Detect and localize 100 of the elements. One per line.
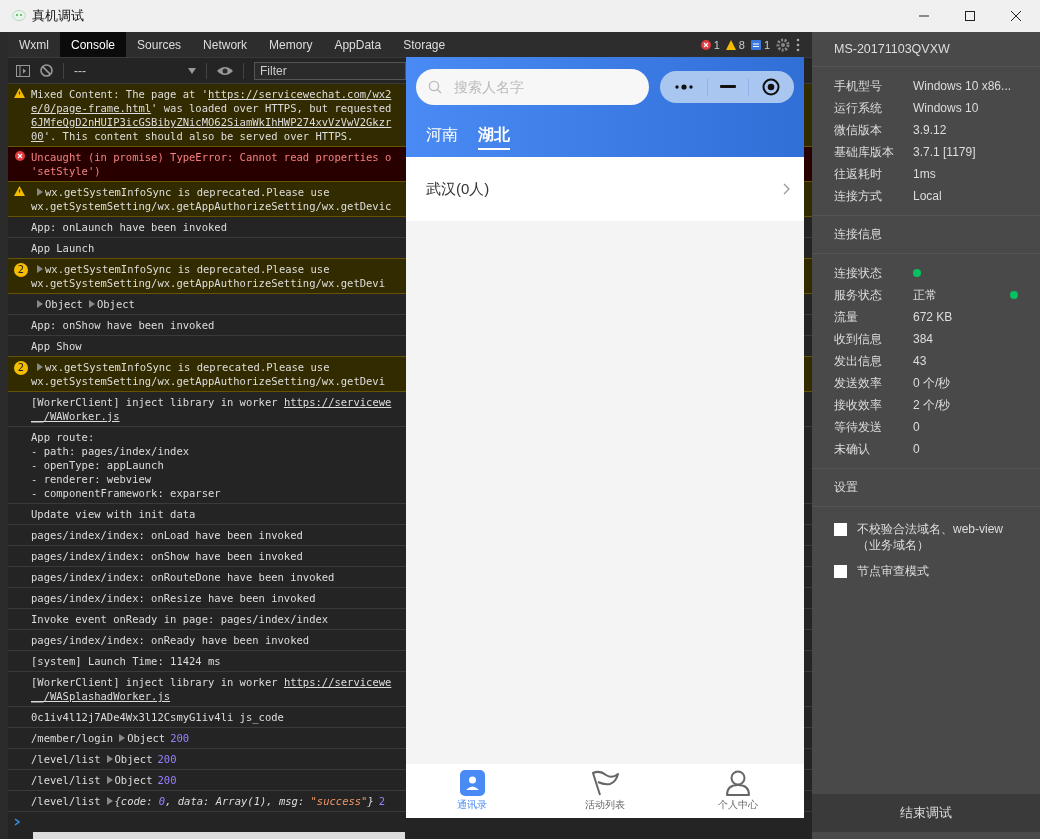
close-icon[interactable]: [1010, 10, 1022, 22]
eye-icon[interactable]: [217, 65, 233, 76]
info-label: 运行系统: [834, 99, 883, 117]
info-value: Local: [913, 189, 942, 203]
object-label: Object: [45, 298, 83, 310]
devtools-tab[interactable]: AppData: [323, 32, 393, 57]
checkbox[interactable]: [834, 565, 847, 578]
minimize-icon[interactable]: [719, 85, 736, 89]
checkbox-label[interactable]: 节点审查模式: [857, 563, 1007, 579]
region-tab[interactable]: 湖北: [478, 125, 510, 150]
sidebar-toggle-icon[interactable]: [16, 64, 30, 77]
info-value: Windows 10: [913, 101, 979, 115]
console-text: ' was loaded over HTTPS, but requested: [151, 102, 392, 114]
expand-triangle-icon[interactable]: [119, 734, 126, 742]
console-text: App Launch: [31, 242, 95, 254]
expand-triangle-icon[interactable]: [106, 755, 113, 763]
info-label: 流量: [834, 308, 859, 326]
console-text: App route:: [31, 431, 95, 443]
target-icon[interactable]: [761, 78, 780, 96]
checkbox-label[interactable]: 不校验合法域名、web-view（业务域名）: [857, 521, 1007, 553]
end-debug-button[interactable]: 结束调试: [812, 794, 1040, 832]
repeat-count-badge: 2: [14, 361, 28, 375]
devtools-tab[interactable]: Console: [60, 32, 127, 57]
console-link[interactable]: e/0/page-frame.html: [31, 102, 152, 114]
info-value: 0: [913, 442, 920, 456]
console-link[interactable]: https://servicewe: [283, 676, 392, 688]
tab-bar-item[interactable]: 个人中心: [671, 764, 804, 818]
warning-icon: [14, 186, 25, 196]
maximize-icon[interactable]: [964, 10, 976, 22]
region-tab[interactable]: 河南: [426, 125, 458, 150]
status-code: 200: [170, 732, 190, 744]
scrollbar[interactable]: [33, 832, 405, 839]
search-field[interactable]: 搜索人名字: [416, 69, 649, 105]
object-label: Object: [114, 753, 153, 765]
info-label: 未确认: [834, 440, 871, 458]
contacts-book-icon: [459, 770, 486, 796]
devtools-tab[interactable]: Memory: [258, 32, 324, 57]
console-text: [WorkerClient] inject library in worker: [31, 676, 279, 688]
section-title: 设置: [812, 469, 1040, 507]
warning-icon: [725, 39, 736, 50]
console-link[interactable]: https://servicewechat.com/wx2: [208, 88, 392, 100]
console-text: /level/list: [31, 753, 101, 765]
console-text: [WorkerClient] inject library in worker: [31, 396, 279, 408]
prompt-chevron-icon: [14, 818, 20, 826]
info-icon: [750, 39, 761, 50]
info-label: 手机型号: [834, 77, 883, 95]
chat-bubble-icon: [12, 10, 26, 22]
console-text: wx.getSystemSetting/wx.getAppAuthorizeSetting/wx.getDevic: [31, 200, 392, 212]
window-title: 真机调试: [32, 7, 84, 25]
person-icon: [724, 770, 751, 796]
console-text: pages/index/index: onResize have been invoked: [31, 592, 316, 604]
device-name: MS-20171103QVXW: [812, 32, 1040, 67]
console-link[interactable]: __/WASplashadWorker.js: [31, 690, 171, 702]
devtools-tab[interactable]: Wxml: [8, 32, 60, 57]
console-link[interactable]: 00: [31, 130, 44, 142]
info-label: 收到信息: [834, 330, 883, 348]
console-link[interactable]: __/WAWorker.js: [31, 410, 120, 422]
devtools-tab[interactable]: Network: [192, 32, 259, 57]
devtools-tab[interactable]: Storage: [392, 32, 457, 57]
expand-triangle-icon[interactable]: [37, 188, 43, 196]
console-text: /level/list: [31, 774, 101, 786]
console-text: 'setStyle'): [31, 165, 101, 177]
object-preview: {code:: [114, 795, 154, 807]
tab-bar-item[interactable]: 通讯录: [406, 764, 539, 818]
city-name: 武汉(0人): [426, 179, 490, 199]
expand-triangle-icon[interactable]: [106, 797, 113, 805]
console-text: - openType: appLaunch: [31, 459, 164, 471]
city-list-item[interactable]: 武汉(0人): [406, 157, 804, 221]
object-preview: , data: Array(1), msg:: [165, 795, 306, 807]
tab-bar-item[interactable]: 活动列表: [538, 764, 672, 818]
console-text: - path: pages/index/index: [31, 445, 190, 457]
more-icon[interactable]: [674, 84, 695, 90]
info-value: 2 个/秒: [913, 396, 951, 414]
expand-triangle-icon[interactable]: [37, 300, 43, 308]
expand-triangle-icon[interactable]: [88, 300, 95, 308]
console-text: App: onLaunch have been invoked: [31, 221, 227, 233]
more-icon[interactable]: [796, 37, 800, 52]
filter-field[interactable]: Filter: [254, 61, 406, 80]
section-title: 连接信息: [812, 216, 1040, 254]
expand-triangle-icon[interactable]: [37, 363, 43, 371]
object-preview: "success": [310, 795, 368, 807]
console-text: pages/index/index: onReady have been invoked: [31, 634, 310, 646]
warning-icon: [14, 88, 25, 98]
expand-triangle-icon[interactable]: [106, 776, 113, 784]
object-preview: 0: [158, 795, 166, 807]
console-text: Update view with init data: [31, 508, 196, 520]
info-value: Windows 10 x86...: [913, 79, 1012, 93]
settings-icon[interactable]: [776, 37, 790, 52]
devtools-tab[interactable]: Sources: [126, 32, 193, 57]
expand-triangle-icon[interactable]: [37, 265, 43, 273]
console-link[interactable]: https://servicewe: [283, 396, 392, 408]
info-label: 连接状态: [834, 264, 883, 282]
console-text: 0c1iv4l12j7ADe4Wx3l12CsmyG1iv4li js_code: [31, 711, 284, 723]
clear-icon[interactable]: [40, 64, 53, 77]
console-link[interactable]: 6JMfeQgD2nHUIP3icGSBibyZNicMO62SiamWkIhHWP274xvVzVwV2Gkzr: [31, 116, 392, 128]
info-value: 正常: [913, 286, 938, 304]
object-label: wx.getSystemInfoSync is deprecated.Please use: [45, 361, 330, 373]
context-select[interactable]: ---: [74, 63, 196, 78]
info-label: 等待发送: [834, 418, 883, 436]
checkbox[interactable]: [834, 523, 847, 536]
